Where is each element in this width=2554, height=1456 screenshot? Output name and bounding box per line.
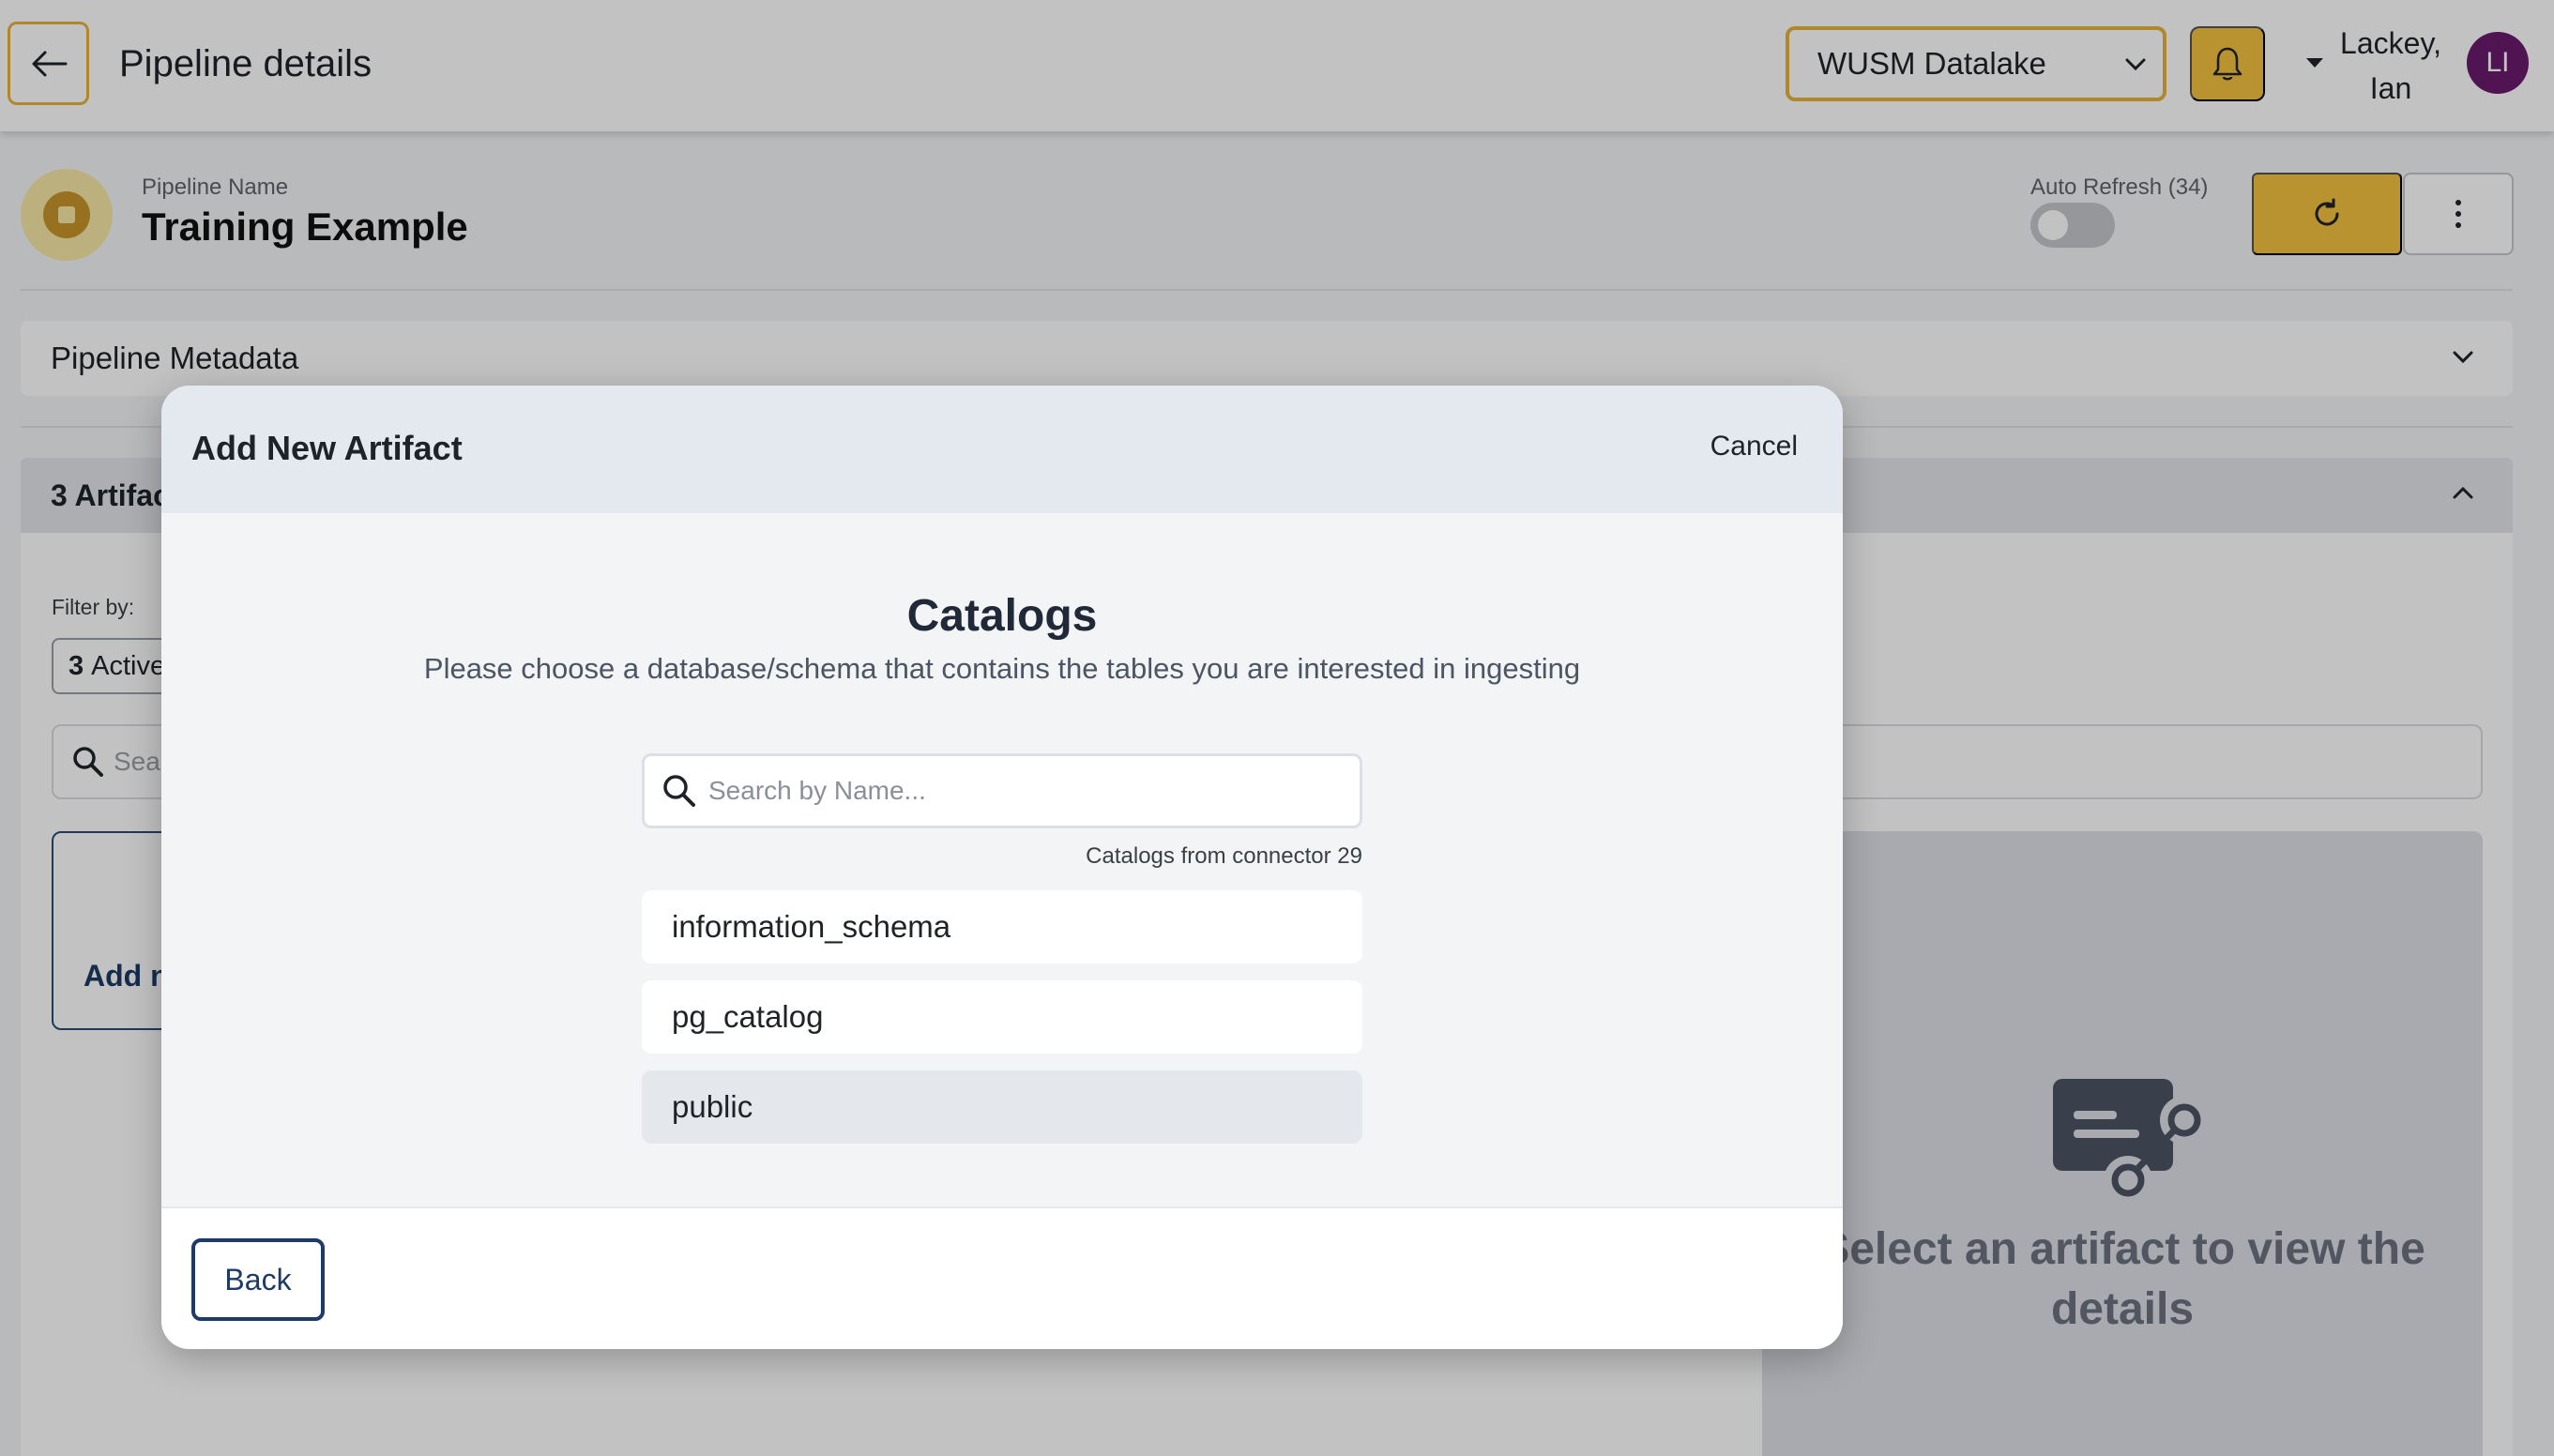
- catalog-item-information-schema[interactable]: information_schema: [642, 890, 1362, 963]
- modal-header: Add New Artifact Cancel: [161, 386, 1843, 513]
- search-icon: [663, 775, 695, 807]
- cancel-button[interactable]: Cancel: [1710, 431, 1798, 463]
- catalog-search-input[interactable]: [708, 776, 1328, 806]
- modal-title: Add New Artifact: [191, 429, 463, 467]
- catalog-item-label: pg_catalog: [672, 999, 824, 1034]
- catalog-search[interactable]: [642, 753, 1362, 828]
- add-artifact-modal: Add New Artifact Cancel Catalogs Please …: [161, 386, 1843, 1349]
- catalogs-description: Please choose a database/schema that con…: [423, 652, 1581, 685]
- catalog-item-label: information_schema: [672, 909, 951, 944]
- catalog-item-public[interactable]: public: [642, 1070, 1362, 1144]
- catalog-source-note: Catalogs from connector 29: [1086, 843, 1362, 869]
- catalogs-heading: Catalogs: [906, 591, 1098, 641]
- catalog-item-label: public: [672, 1089, 753, 1124]
- catalog-item-pg-catalog[interactable]: pg_catalog: [642, 980, 1362, 1054]
- modal-footer: Back: [161, 1206, 1843, 1349]
- modal-back-button[interactable]: Back: [191, 1238, 325, 1321]
